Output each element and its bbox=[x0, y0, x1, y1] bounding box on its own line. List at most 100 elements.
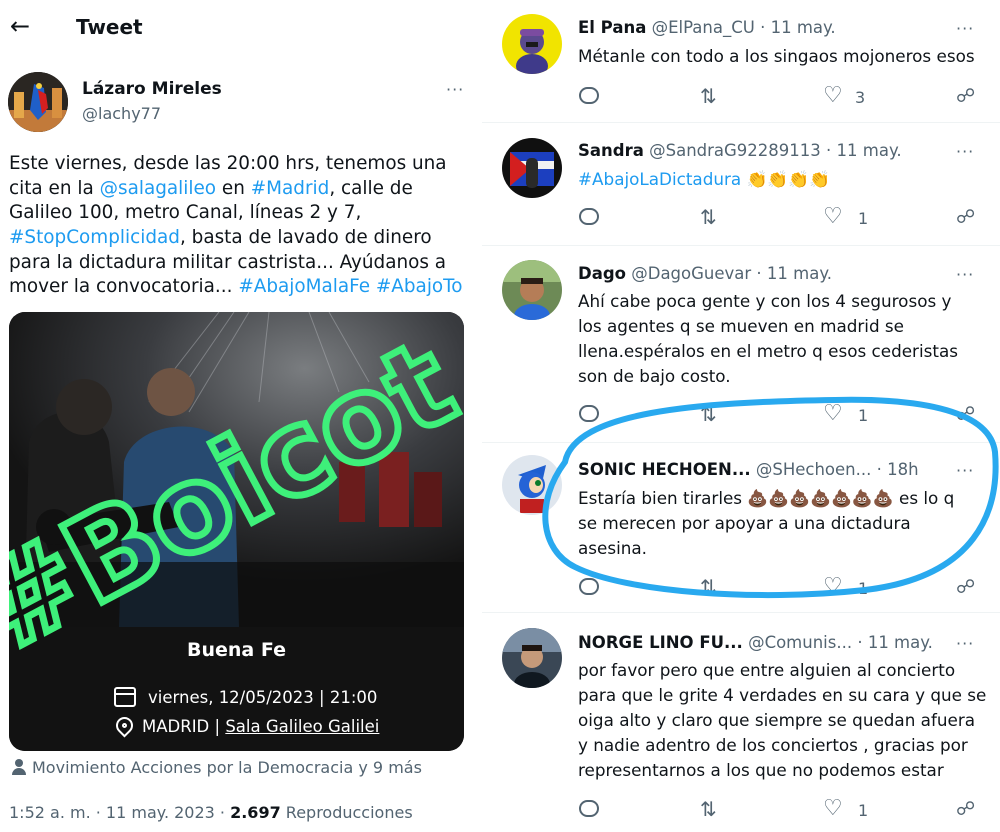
heart-icon[interactable]: ♡ bbox=[823, 403, 843, 425]
reply-author-name[interactable]: Dago bbox=[578, 264, 626, 283]
retweet-icon[interactable]: ⇅ bbox=[700, 577, 717, 597]
share-icon[interactable]: ☍ bbox=[956, 577, 975, 597]
tagged-users[interactable]: Movimiento Acciones por la Democracia y … bbox=[12, 758, 422, 777]
event-title: Buena Fe bbox=[187, 639, 286, 661]
reply-author-name[interactable]: Sandra bbox=[578, 141, 644, 160]
more-icon[interactable]: ··· bbox=[446, 80, 464, 99]
more-icon[interactable]: ··· bbox=[956, 265, 974, 284]
divider bbox=[482, 612, 1000, 613]
text-segment: Métanle con todo a los singaos mojoneros… bbox=[578, 46, 975, 66]
more-icon[interactable]: ··· bbox=[956, 461, 974, 480]
text-segment: , basta de lavado de dinero bbox=[179, 227, 432, 249]
author-name[interactable]: Lázaro Mireles bbox=[82, 79, 222, 99]
hashtag-link[interactable]: #AbajoMalaFe bbox=[238, 276, 370, 297]
reply-handle[interactable]: @SHechoen... · 18h bbox=[756, 460, 919, 479]
reply-header: SONIC HECHOEN... @SHechoen... · 18h bbox=[578, 460, 919, 479]
heart-icon[interactable]: ♡ bbox=[823, 798, 843, 820]
mention-link[interactable]: @salagalileo bbox=[100, 178, 216, 199]
hashtag-link[interactable]: #Madrid bbox=[251, 178, 330, 199]
reply-author-name[interactable]: El Pana bbox=[578, 18, 646, 37]
calendar-icon bbox=[114, 687, 136, 707]
text-line: mover la convocatoria... #AbajoMalaFe #A… bbox=[9, 275, 469, 300]
reply-icon[interactable] bbox=[579, 578, 599, 595]
event-location: MADRID | Sala Galileo Galilei bbox=[142, 717, 379, 736]
retweet-icon[interactable]: ⇅ bbox=[700, 799, 717, 819]
reply-icon[interactable] bbox=[579, 405, 599, 422]
event-city: MADRID bbox=[142, 717, 210, 736]
reply-header: NORGE LINO FU... @Comunis... · 11 may. bbox=[578, 633, 933, 652]
hashtag-link[interactable]: #StopComplicidad bbox=[9, 227, 180, 248]
hashtag-link[interactable]: #AbajoTo bbox=[376, 276, 463, 297]
share-icon[interactable]: ☍ bbox=[956, 404, 975, 424]
text-segment: Estaría bien tirarles bbox=[578, 488, 748, 508]
event-card[interactable]: #Boicot Buena Fe viernes, 12/05/2023 | 2… bbox=[9, 312, 464, 751]
reply-handle[interactable]: @SandraG92289113 · 11 may. bbox=[649, 141, 902, 160]
text-line: #AbajoLaDictadura 👏👏👏👏 bbox=[578, 167, 988, 192]
concert-photo: #Boicot bbox=[9, 312, 464, 751]
heart-icon[interactable]: ♡ bbox=[823, 206, 843, 228]
avatar[interactable] bbox=[502, 14, 562, 74]
event-venue-link[interactable]: Sala Galileo Galilei bbox=[225, 717, 379, 736]
share-icon[interactable]: ☍ bbox=[956, 799, 975, 819]
reply-author-name[interactable]: NORGE LINO FU... bbox=[578, 633, 743, 652]
retweet-icon[interactable]: ⇅ bbox=[700, 86, 717, 106]
replies-panel: El Pana @ElPana_CU · 11 may. ··· Métanle… bbox=[482, 0, 1000, 832]
reply-icon[interactable] bbox=[579, 87, 599, 104]
text-line: Este viernes, desde las 20:00 hrs, tenem… bbox=[9, 152, 469, 177]
tweet-text: Este viernes, desde las 20:00 hrs, tenem… bbox=[9, 152, 469, 300]
reply-text: Estaría bien tirarles 💩💩💩💩💩💩💩 es lo q se … bbox=[578, 486, 988, 561]
text-segment: en bbox=[216, 177, 251, 199]
page-title: Tweet bbox=[76, 15, 143, 39]
text-line: y nadie adentro de los conciertos , grac… bbox=[578, 733, 988, 758]
more-icon[interactable]: ··· bbox=[956, 634, 974, 653]
like-count: 3 bbox=[855, 88, 866, 107]
more-icon[interactable]: ··· bbox=[956, 142, 974, 161]
text-segment: asesina. bbox=[578, 538, 648, 558]
text-segment: es lo q bbox=[893, 488, 955, 508]
retweet-icon[interactable]: ⇅ bbox=[700, 404, 717, 424]
text-segment: se merecen por apoyar a una dictadura bbox=[578, 513, 911, 533]
reply-author-name[interactable]: SONIC HECHOEN... bbox=[578, 460, 751, 479]
avatar[interactable] bbox=[502, 455, 562, 515]
heart-icon[interactable]: ♡ bbox=[823, 85, 843, 107]
text-segment: son de bajo costo. bbox=[578, 366, 731, 386]
avatar[interactable] bbox=[502, 260, 562, 320]
tweet-timestamp[interactable]: 1:52 a. m. · 11 may. 2023 · bbox=[9, 803, 230, 822]
text-segment: llena.espéralos en el metro q esos ceder… bbox=[578, 341, 958, 361]
text-segment: , calle de bbox=[329, 177, 413, 199]
author-avatar[interactable] bbox=[8, 72, 68, 132]
text-segment: para la dictadura militar castrista... A… bbox=[9, 251, 447, 273]
text-line: se merecen por apoyar a una dictadura bbox=[578, 511, 988, 536]
text-segment: Galileo 100, metro Canal, líneas 2 y 7, bbox=[9, 202, 362, 224]
text-segment: 💩💩💩💩💩💩💩 bbox=[747, 488, 894, 508]
divider bbox=[482, 245, 1000, 246]
text-segment: Ahí cabe poca gente y con los 4 seguroso… bbox=[578, 291, 952, 311]
text-line: Métanle con todo a los singaos mojoneros… bbox=[578, 44, 988, 69]
share-icon[interactable]: ☍ bbox=[956, 207, 975, 227]
text-segment: y nadie adentro de los conciertos , grac… bbox=[578, 735, 968, 755]
reply-handle[interactable]: @DagoGuevar · 11 may. bbox=[631, 264, 832, 283]
hashtag-link[interactable]: #AbajoLaDictadura bbox=[578, 169, 741, 189]
avatar[interactable] bbox=[502, 138, 562, 198]
text-line: representarnos a los que no podemos esta… bbox=[578, 758, 988, 783]
reply-icon[interactable] bbox=[579, 800, 599, 817]
more-icon[interactable]: ··· bbox=[956, 19, 974, 38]
reply-text: Ahí cabe poca gente y con los 4 seguroso… bbox=[578, 289, 988, 389]
text-line: son de bajo costo. bbox=[578, 364, 988, 389]
like-count: 1 bbox=[858, 579, 869, 598]
share-icon[interactable]: ☍ bbox=[956, 86, 975, 106]
reply-icon[interactable] bbox=[579, 208, 599, 225]
arrow-left-icon[interactable]: ← bbox=[10, 14, 36, 40]
text-line: por favor pero que entre alguien al conc… bbox=[578, 658, 988, 683]
text-segment: los agentes q se mueven en madrid se bbox=[578, 316, 904, 336]
retweet-icon[interactable]: ⇅ bbox=[700, 207, 717, 227]
text-segment: oiga alto y claro que siempre se quedan … bbox=[578, 710, 976, 730]
text-line: para que le grite 4 verdades en su cara … bbox=[578, 683, 988, 708]
text-line: Galileo 100, metro Canal, líneas 2 y 7, bbox=[9, 201, 469, 226]
avatar[interactable] bbox=[502, 628, 562, 688]
reply-handle[interactable]: @ElPana_CU · 11 may. bbox=[652, 18, 836, 37]
author-handle[interactable]: @lachy77 bbox=[82, 104, 161, 123]
heart-icon[interactable]: ♡ bbox=[823, 576, 843, 598]
reply-handle[interactable]: @Comunis... · 11 may. bbox=[748, 633, 933, 652]
text-segment: mover la convocatoria... bbox=[9, 276, 239, 298]
